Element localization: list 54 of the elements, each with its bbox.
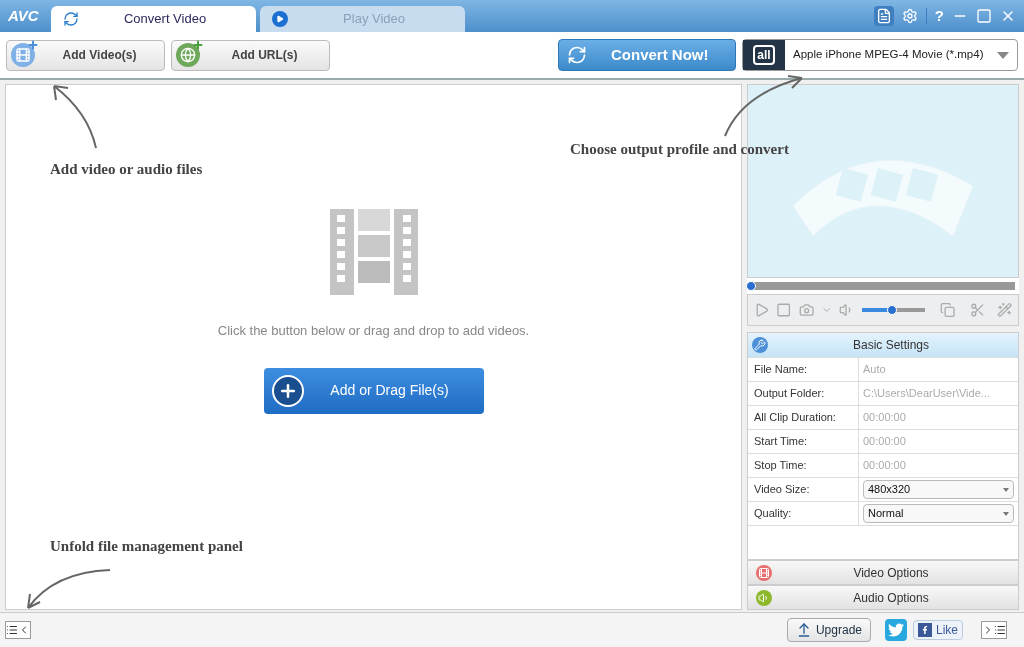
wrench-icon	[752, 337, 768, 353]
scissors-icon[interactable]	[970, 302, 986, 318]
maximize-icon[interactable]	[976, 8, 992, 24]
profile-dropdown[interactable]: all Apple iPhone MPEG-4 Movie (*.mp4)	[742, 39, 1018, 71]
curved-arrow	[50, 82, 100, 150]
volume-thumb[interactable]	[887, 305, 898, 315]
setting-select[interactable]: Normal	[863, 504, 1014, 523]
tab[interactable]: Convert Video	[50, 6, 256, 32]
seek-bar[interactable]	[747, 278, 1019, 294]
annotation-text: Unfold file management panel	[50, 537, 243, 556]
options-section[interactable]: Video Options	[747, 560, 1019, 585]
setting-label: Stop Time:	[748, 454, 859, 477]
film-strip-icon	[329, 209, 418, 295]
add-button[interactable]: Add Video(s)	[6, 39, 165, 71]
settings-icon[interactable]	[901, 8, 918, 24]
app-logo: AVC	[8, 5, 39, 26]
unfold-panel-icon[interactable]	[5, 621, 31, 639]
add-files-button[interactable]: Add or Drag File(s)	[263, 367, 484, 414]
setting-label: Output Folder:	[748, 382, 859, 405]
profile-value: Apple iPhone MPEG-4 Movie (*.mp4)	[792, 47, 985, 63]
refresh-icon	[567, 45, 587, 65]
like-button[interactable]: Like	[913, 620, 963, 640]
speaker-icon	[756, 589, 772, 606]
globe-add-icon	[176, 43, 204, 67]
add-button[interactable]: Add URL(s)	[171, 39, 330, 71]
copy-icon[interactable]	[940, 302, 956, 318]
expand-panel-icon[interactable]	[981, 621, 1007, 639]
play-icon[interactable]	[754, 302, 770, 318]
seek-thumb[interactable]	[746, 281, 756, 291]
annotation-text: Add video or audio files	[50, 160, 203, 179]
setting-select[interactable]: 480x320	[863, 480, 1014, 499]
setting-label: Start Time:	[748, 430, 859, 453]
setting-label: All Clip Duration:	[748, 406, 859, 429]
stop-icon[interactable]	[776, 302, 792, 318]
twitter-icon[interactable]	[885, 619, 907, 641]
facebook-icon	[918, 623, 932, 637]
annotation-text: Choose output profile and convert	[570, 140, 789, 159]
setting-label: Video Size:	[748, 478, 859, 501]
setting-label: File Name:	[748, 358, 859, 381]
wand-icon[interactable]	[996, 302, 1012, 318]
settings-title: Basic Settings	[851, 337, 930, 354]
film-icon	[756, 564, 772, 581]
volume-slider[interactable]	[861, 308, 926, 312]
plus-icon	[271, 374, 304, 407]
caret-icon	[997, 51, 1009, 59]
film-add-icon	[11, 43, 39, 67]
refresh-icon	[62, 11, 79, 27]
play-icon	[271, 11, 288, 27]
camera-icon[interactable]	[798, 302, 814, 318]
upgrade-button[interactable]: Upgrade	[786, 618, 871, 642]
profile-badge: all	[753, 45, 775, 65]
setting-label: Quality:	[748, 502, 859, 525]
options-section[interactable]: Audio Options	[747, 585, 1019, 610]
drop-hint: Click the button below or drag and drop to add videos.	[217, 322, 530, 340]
